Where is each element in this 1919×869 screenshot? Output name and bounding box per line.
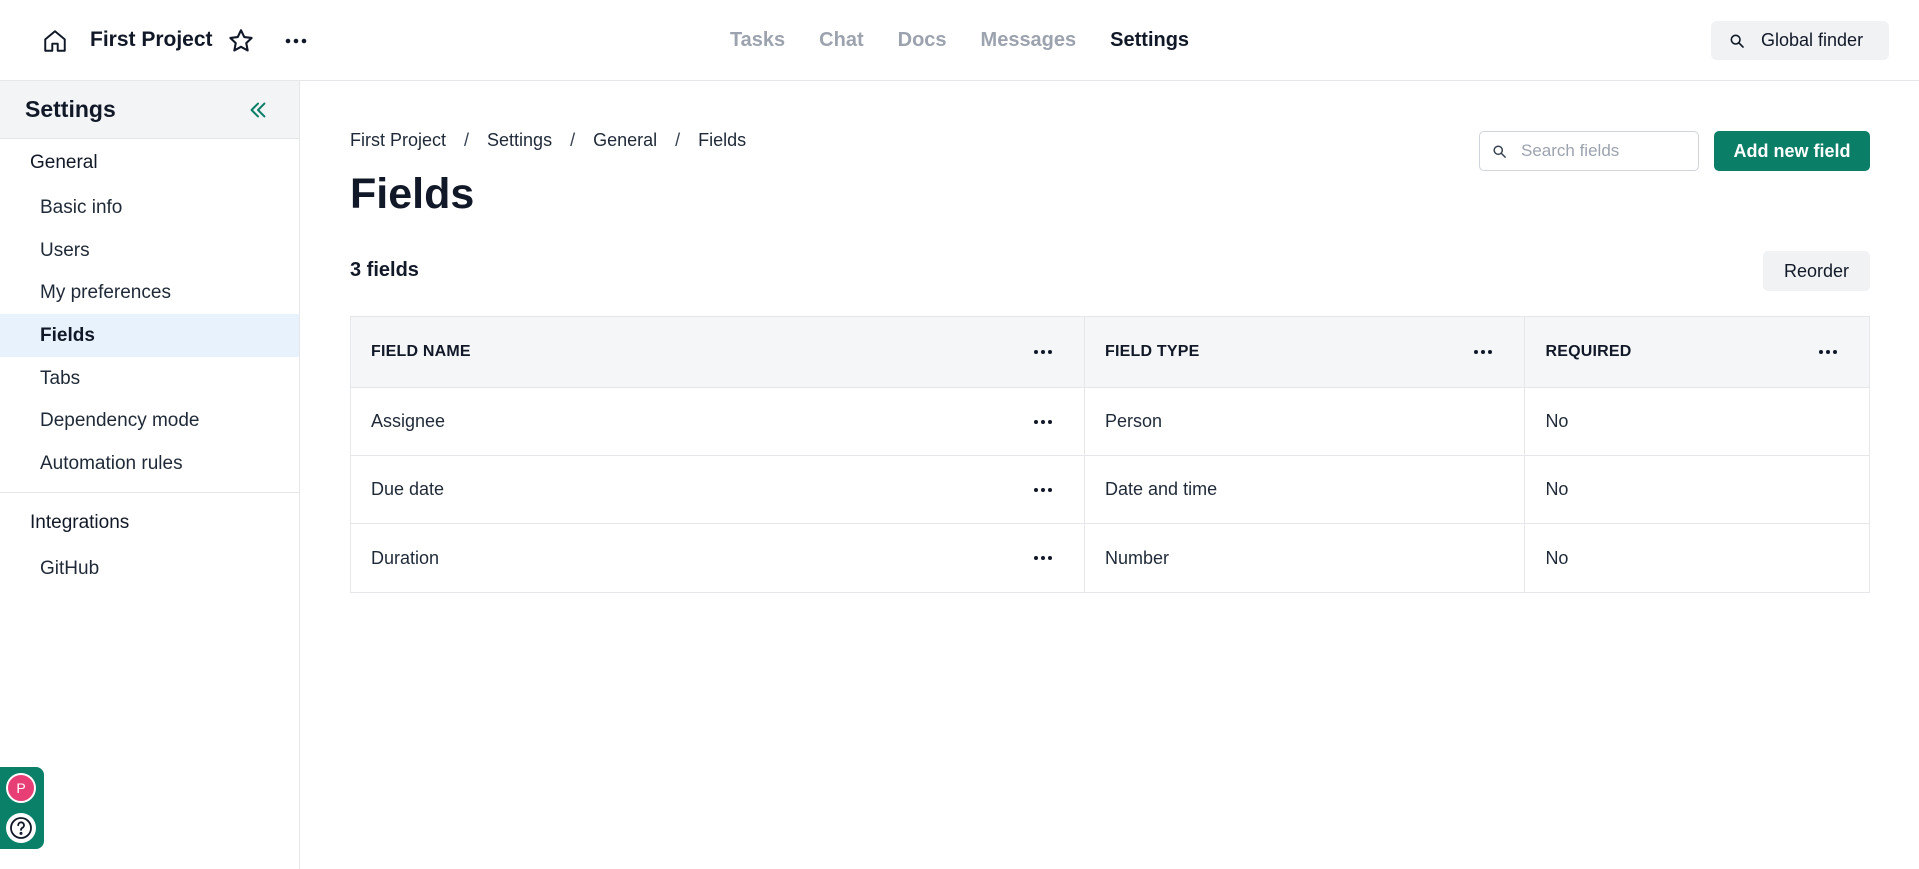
field-type-cell: Number: [1085, 524, 1526, 592]
column-header-label: FIELD NAME: [371, 343, 471, 360]
sidebar-title: Settings: [25, 96, 116, 122]
more-horizontal-icon: [1474, 350, 1493, 354]
table-header-row: FIELD NAME FIELD TYPE REQUIRED: [351, 317, 1869, 388]
table-row[interactable]: Duration Number No: [351, 524, 1869, 592]
field-name: Due date: [371, 479, 445, 499]
field-name-cell: Assignee: [351, 388, 1086, 455]
search-fields-box: [1479, 131, 1699, 171]
favorite-button[interactable]: [224, 24, 258, 58]
column-header-label: REQUIRED: [1545, 343, 1632, 360]
breadcrumb: First Project / Settings / General / Fie…: [350, 130, 746, 151]
field-name-cell: Due date: [351, 456, 1086, 523]
column-menu-button[interactable]: [1468, 340, 1498, 364]
breadcrumb-item-fields: Fields: [698, 130, 747, 150]
field-type-cell: Date and time: [1085, 456, 1526, 523]
sidebar-header: Settings: [0, 81, 299, 139]
project-title: First Project: [90, 28, 213, 51]
sidebar-section-general: General: [30, 152, 98, 173]
row-menu-button[interactable]: [1028, 546, 1058, 570]
breadcrumb-item-settings[interactable]: Settings: [487, 130, 552, 151]
required-cell: No: [1545, 479, 1569, 499]
breadcrumb-item-project[interactable]: First Project: [350, 130, 446, 151]
sidebar-item-tabs[interactable]: Tabs: [0, 357, 299, 400]
required-cell: No: [1545, 547, 1569, 568]
breadcrumb-separator: /: [570, 130, 576, 150]
more-horizontal-icon: [285, 38, 307, 44]
field-name-cell: Duration: [351, 524, 1086, 592]
chevrons-left-icon: [250, 102, 266, 118]
search-icon: [1493, 144, 1506, 158]
help-circle-icon: [10, 817, 32, 839]
column-menu-button[interactable]: [1813, 340, 1843, 364]
sidebar-divider: [0, 492, 299, 493]
column-header-field-type: FIELD TYPE: [1085, 317, 1526, 387]
sidebar-item-my-preferences[interactable]: My preferences: [0, 271, 299, 314]
home-button[interactable]: [38, 24, 72, 58]
row-menu-button[interactable]: [1028, 410, 1058, 434]
help-button[interactable]: [6, 813, 36, 843]
nav-tab-chat[interactable]: Chat: [817, 29, 865, 52]
more-horizontal-icon: [1819, 350, 1837, 354]
top-bar: First Project Tasks Chat Docs Messages S…: [0, 0, 1919, 81]
search-fields-input[interactable]: [1521, 141, 1681, 161]
fields-table: FIELD NAME FIELD TYPE REQUIRED Assignee …: [350, 316, 1870, 593]
page-title: Fields: [350, 170, 475, 218]
global-finder-label: Global finder: [1761, 30, 1864, 50]
more-horizontal-icon: [1034, 487, 1053, 492]
more-horizontal-icon: [1034, 350, 1053, 354]
breadcrumb-separator: /: [464, 130, 470, 150]
breadcrumb-item-general[interactable]: General: [593, 130, 657, 151]
user-widget: P: [0, 767, 44, 849]
sidebar-item-fields[interactable]: Fields: [0, 314, 299, 357]
sidebar-item-users[interactable]: Users: [0, 229, 299, 272]
reorder-button[interactable]: Reorder: [1763, 251, 1870, 291]
nav-tab-messages[interactable]: Messages: [979, 29, 1079, 52]
breadcrumb-separator: /: [675, 130, 681, 150]
add-new-field-button[interactable]: Add new field: [1714, 131, 1870, 171]
row-menu-button[interactable]: [1028, 478, 1058, 502]
column-menu-button[interactable]: [1028, 340, 1058, 364]
sidebar-item-dependency-mode[interactable]: Dependency mode: [0, 399, 299, 442]
column-header-required: REQUIRED: [1525, 317, 1869, 387]
more-horizontal-icon: [1034, 556, 1053, 560]
search-icon: [1730, 34, 1744, 48]
home-icon: [44, 30, 66, 52]
field-type-cell: Person: [1085, 388, 1526, 455]
table-row[interactable]: Assignee Person No: [351, 388, 1869, 456]
table-row[interactable]: Due date Date and time No: [351, 456, 1869, 524]
column-header-label: FIELD TYPE: [1105, 343, 1200, 360]
project-menu-button[interactable]: [279, 24, 313, 58]
settings-sidebar: Settings General Basic info Users My pre…: [0, 81, 300, 869]
sidebar-item-github[interactable]: GitHub: [0, 547, 299, 590]
sidebar-item-basic-info[interactable]: Basic info: [0, 186, 299, 229]
global-finder-button[interactable]: Global finder: [1711, 21, 1889, 60]
field-name: Duration: [371, 547, 440, 568]
star-icon: [229, 29, 253, 52]
sidebar-section-integrations: Integrations: [30, 512, 130, 533]
avatar[interactable]: P: [6, 773, 36, 803]
required-cell: No: [1545, 411, 1569, 431]
sidebar-item-automation-rules[interactable]: Automation rules: [0, 442, 299, 485]
more-horizontal-icon: [1034, 419, 1053, 424]
nav-tab-settings[interactable]: Settings: [1108, 29, 1191, 52]
nav-tab-docs[interactable]: Docs: [896, 29, 949, 52]
collapse-sidebar-button[interactable]: [244, 96, 272, 124]
field-name: Assignee: [371, 411, 446, 431]
column-header-field-name: FIELD NAME: [351, 317, 1086, 387]
nav-tab-tasks[interactable]: Tasks: [728, 29, 787, 52]
fields-count: 3 fields: [350, 259, 419, 281]
